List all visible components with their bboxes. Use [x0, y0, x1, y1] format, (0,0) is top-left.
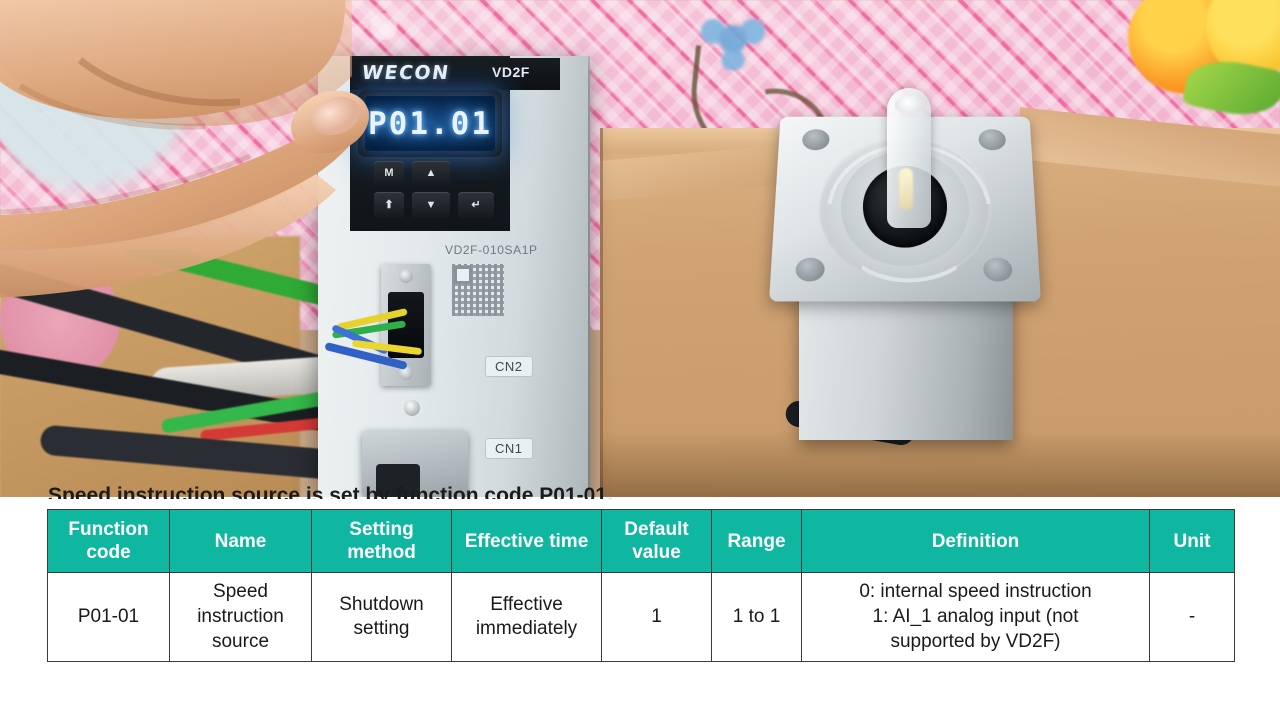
cell-setting-method: Shutdown setting [311, 572, 452, 663]
column-header-range: Range [711, 508, 802, 574]
cell-function-code: P01-01 [47, 572, 170, 663]
parameter-table: Function code Name Setting method Effect… [47, 508, 1235, 663]
doc-heading: Speed instruction source is set by funct… [48, 485, 613, 499]
cell-unit: - [1149, 572, 1235, 663]
cell-definition: 0: internal speed instruction 1: AI_1 an… [801, 572, 1150, 663]
column-header-setting-method: Setting method [311, 508, 452, 574]
definition-line-2: 1: AI_1 analog input (not [872, 606, 1079, 628]
video-frame: WECON VD2F P01.01 M ▲ ⬆ ▼ ↵ VD2F-010SA1P… [0, 0, 1280, 720]
column-header-definition: Definition [801, 508, 1150, 574]
column-header-name: Name [169, 508, 312, 574]
column-header-unit: Unit [1149, 508, 1235, 574]
cell-name: Speed instruction source [169, 572, 312, 663]
cell-effective-time: Effective immediately [451, 572, 602, 663]
cell-default-value: 1 [601, 572, 712, 663]
column-header-effective-time: Effective time [451, 508, 602, 574]
photo-scene: WECON VD2F P01.01 M ▲ ⬆ ▼ ↵ VD2F-010SA1P… [0, 0, 1280, 497]
definition-line-1: 0: internal speed instruction [859, 581, 1092, 603]
table-row: P01-01 Speed instruction source Shutdown… [47, 572, 1235, 663]
column-header-function-code: Function code [47, 508, 170, 574]
doc-overlay: Speed instruction source is set by funct… [0, 485, 1280, 720]
table-header-row: Function code Name Setting method Effect… [47, 508, 1235, 574]
cell-range: 1 to 1 [711, 572, 802, 663]
definition-line-3: supported by VD2F) [890, 630, 1061, 652]
column-header-default-value: Default value [601, 508, 712, 574]
hand [0, 0, 369, 298]
